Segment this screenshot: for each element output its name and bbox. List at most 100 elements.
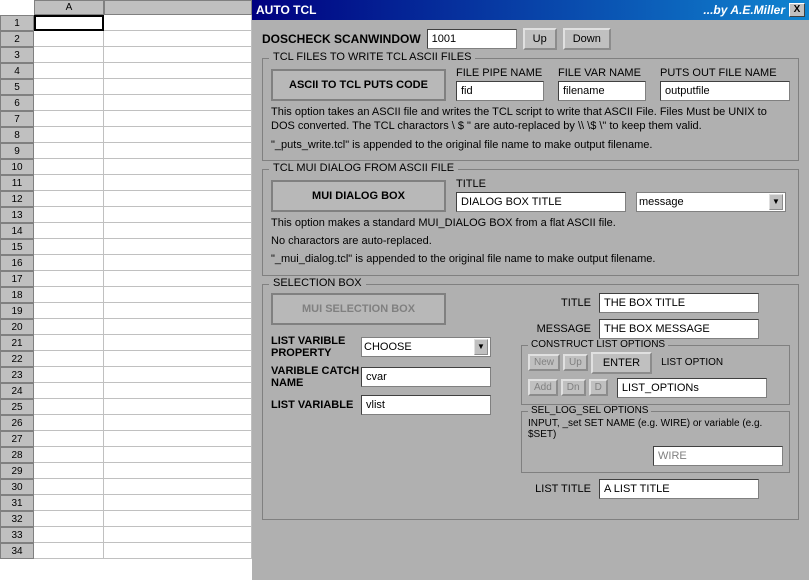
row-header[interactable]: 34: [0, 543, 34, 559]
row-header[interactable]: 21: [0, 335, 34, 351]
cell[interactable]: [104, 431, 252, 447]
cell[interactable]: [34, 143, 104, 159]
cell[interactable]: [104, 223, 252, 239]
cell[interactable]: [34, 191, 104, 207]
row-header[interactable]: 15: [0, 239, 34, 255]
dn-button[interactable]: Dn: [561, 379, 586, 396]
row-header[interactable]: 8: [0, 127, 34, 143]
wire-input[interactable]: [653, 446, 783, 466]
cell[interactable]: [34, 207, 104, 223]
row-header[interactable]: 29: [0, 463, 34, 479]
row-header[interactable]: 4: [0, 63, 34, 79]
cell[interactable]: [34, 127, 104, 143]
cell[interactable]: [34, 527, 104, 543]
enter-button[interactable]: ENTER: [591, 352, 652, 374]
row-header[interactable]: 17: [0, 271, 34, 287]
col-header-a[interactable]: A: [34, 0, 104, 15]
pipe-input[interactable]: [456, 81, 544, 101]
cell[interactable]: [34, 479, 104, 495]
cell[interactable]: [104, 255, 252, 271]
cell[interactable]: [34, 431, 104, 447]
row-header[interactable]: 7: [0, 111, 34, 127]
cell[interactable]: [104, 15, 252, 31]
sb-title-input[interactable]: [599, 293, 759, 313]
row-header[interactable]: 22: [0, 351, 34, 367]
cell[interactable]: [34, 239, 104, 255]
row-header[interactable]: 9: [0, 143, 34, 159]
cell[interactable]: [104, 335, 252, 351]
cell[interactable]: [34, 175, 104, 191]
cell[interactable]: [34, 271, 104, 287]
cell[interactable]: [104, 319, 252, 335]
row-header[interactable]: 24: [0, 383, 34, 399]
doscheck-input[interactable]: [427, 29, 517, 49]
cell[interactable]: [104, 479, 252, 495]
row-header[interactable]: 30: [0, 479, 34, 495]
cell[interactable]: [104, 159, 252, 175]
cell[interactable]: [104, 111, 252, 127]
up-button[interactable]: Up: [523, 28, 557, 50]
cell[interactable]: [104, 47, 252, 63]
cell[interactable]: [34, 63, 104, 79]
cell[interactable]: [34, 351, 104, 367]
cell[interactable]: [34, 367, 104, 383]
cell[interactable]: [104, 207, 252, 223]
row-header[interactable]: 11: [0, 175, 34, 191]
mui-dialog-button[interactable]: MUI DIALOG BOX: [271, 180, 446, 212]
row-header[interactable]: 5: [0, 79, 34, 95]
cell[interactable]: [104, 463, 252, 479]
cell[interactable]: [104, 63, 252, 79]
cell[interactable]: [34, 31, 104, 47]
cell[interactable]: [34, 511, 104, 527]
cell[interactable]: [104, 399, 252, 415]
mui-title-input[interactable]: [456, 192, 626, 212]
row-header[interactable]: 2: [0, 31, 34, 47]
cell[interactable]: [104, 511, 252, 527]
row-header[interactable]: 16: [0, 255, 34, 271]
cell[interactable]: [104, 127, 252, 143]
row-header[interactable]: 3: [0, 47, 34, 63]
cell[interactable]: [34, 95, 104, 111]
cell[interactable]: [34, 463, 104, 479]
cell[interactable]: [104, 527, 252, 543]
col-header-b[interactable]: [104, 0, 252, 15]
cell[interactable]: [104, 143, 252, 159]
cell[interactable]: [104, 351, 252, 367]
cell[interactable]: [34, 287, 104, 303]
cell[interactable]: [34, 335, 104, 351]
up2-button[interactable]: Up: [563, 354, 588, 371]
cell[interactable]: [104, 447, 252, 463]
cell[interactable]: [104, 95, 252, 111]
cell[interactable]: [104, 543, 252, 559]
row-header[interactable]: 12: [0, 191, 34, 207]
cell[interactable]: [34, 319, 104, 335]
row-header[interactable]: 31: [0, 495, 34, 511]
cell[interactable]: [34, 399, 104, 415]
mui-msg-select[interactable]: message ▼: [636, 192, 786, 212]
var-input[interactable]: [558, 81, 646, 101]
cell[interactable]: [34, 47, 104, 63]
row-header[interactable]: 1: [0, 15, 34, 31]
d-button[interactable]: D: [589, 379, 608, 396]
cell[interactable]: [104, 79, 252, 95]
sb-msg-input[interactable]: [599, 319, 759, 339]
cell[interactable]: [104, 303, 252, 319]
cell[interactable]: [34, 255, 104, 271]
row-header[interactable]: 14: [0, 223, 34, 239]
row-header[interactable]: 23: [0, 367, 34, 383]
down-button[interactable]: Down: [563, 28, 611, 50]
row-header[interactable]: 13: [0, 207, 34, 223]
lv-input[interactable]: [361, 395, 491, 415]
cell[interactable]: [104, 495, 252, 511]
cell[interactable]: [34, 383, 104, 399]
mui-selection-button[interactable]: MUI SELECTION BOX: [271, 293, 446, 325]
row-header[interactable]: 26: [0, 415, 34, 431]
chevron-down-icon[interactable]: ▼: [769, 194, 783, 210]
row-header[interactable]: 20: [0, 319, 34, 335]
row-header[interactable]: 28: [0, 447, 34, 463]
close-icon[interactable]: X: [789, 3, 805, 17]
cell[interactable]: [34, 303, 104, 319]
cell[interactable]: [34, 447, 104, 463]
row-header[interactable]: 25: [0, 399, 34, 415]
row-header[interactable]: 27: [0, 431, 34, 447]
